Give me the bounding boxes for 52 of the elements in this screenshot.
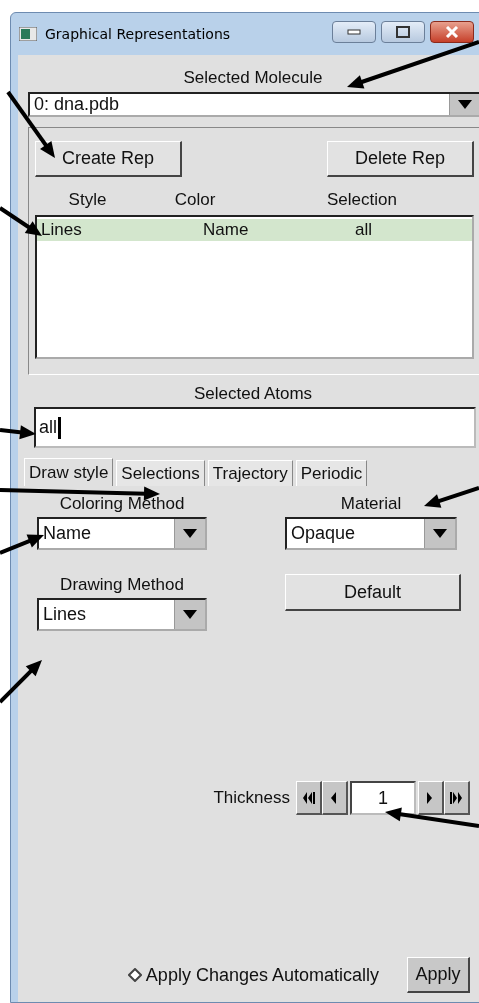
caret-icon xyxy=(183,610,197,619)
caret-icon xyxy=(433,529,447,538)
thickness-label: Thickness xyxy=(213,787,290,809)
tab[interactable]: Periodic xyxy=(295,460,368,486)
rewind-icon xyxy=(302,790,315,805)
pointer-arrow xyxy=(0,660,42,704)
column-header: Style xyxy=(67,189,108,211)
drawing-method-label: Drawing Method xyxy=(60,574,184,596)
step-forward-icon-button[interactable] xyxy=(418,781,444,815)
selected-molecule-label: Selected Molecule xyxy=(183,67,323,89)
rewind-icon-button[interactable] xyxy=(296,781,322,815)
fast-forward-icon-button[interactable] xyxy=(444,781,470,815)
pointer-arrow xyxy=(6,90,55,158)
pointer-arrow xyxy=(424,486,479,508)
auto-apply-checkbox[interactable]: Apply Changes Automatically xyxy=(127,964,379,986)
table-cell-text: Name xyxy=(202,220,250,240)
pointer-arrow xyxy=(0,425,36,440)
molecule-dropdown[interactable]: 0: dna.pdb xyxy=(28,92,479,117)
selected-atoms-label: Selected Atoms xyxy=(193,383,313,405)
table-cell-text: all xyxy=(354,220,373,240)
default-button[interactable]: Default xyxy=(285,574,461,611)
caret-icon xyxy=(458,100,472,109)
tab[interactable]: Draw style xyxy=(24,458,114,486)
fast-forward-icon xyxy=(450,790,463,805)
maximize-icon xyxy=(396,26,410,38)
maximize-button[interactable] xyxy=(381,21,425,43)
step-back-icon-button[interactable] xyxy=(322,781,348,815)
drawing-dropdown[interactable]: Lines xyxy=(37,598,207,631)
pointer-arrow xyxy=(0,206,42,236)
selection-input-field[interactable]: all xyxy=(34,407,476,448)
thickness-field[interactable]: 1 xyxy=(350,781,416,815)
coloring-method-label: Coloring Method xyxy=(59,493,185,515)
tab[interactable]: Trajectory xyxy=(207,460,293,486)
apply-button[interactable]: Apply xyxy=(407,957,470,993)
close-button[interactable] xyxy=(430,21,474,43)
rep-button[interactable]: Delete Rep xyxy=(327,141,474,177)
rep-button[interactable]: Create Rep xyxy=(35,141,182,177)
table-cell-text: Lines xyxy=(40,220,83,240)
close-icon xyxy=(445,26,459,38)
column-header: Color xyxy=(173,189,217,211)
minimize-button[interactable] xyxy=(332,21,376,43)
minimize-icon xyxy=(347,29,361,35)
material-dropdown[interactable]: Opaque xyxy=(285,517,457,550)
caret-icon xyxy=(183,529,197,538)
window-title: Graphical Representations xyxy=(45,26,232,42)
rep-row[interactable]: Lines Name all xyxy=(37,219,472,241)
column-header: Selection xyxy=(326,189,398,211)
material-label: Material xyxy=(340,493,402,515)
pointer-arrow xyxy=(0,534,44,555)
app-icon xyxy=(19,27,37,41)
tab[interactable]: Selections xyxy=(116,460,205,486)
coloring-dropdown[interactable]: Name xyxy=(37,517,207,550)
